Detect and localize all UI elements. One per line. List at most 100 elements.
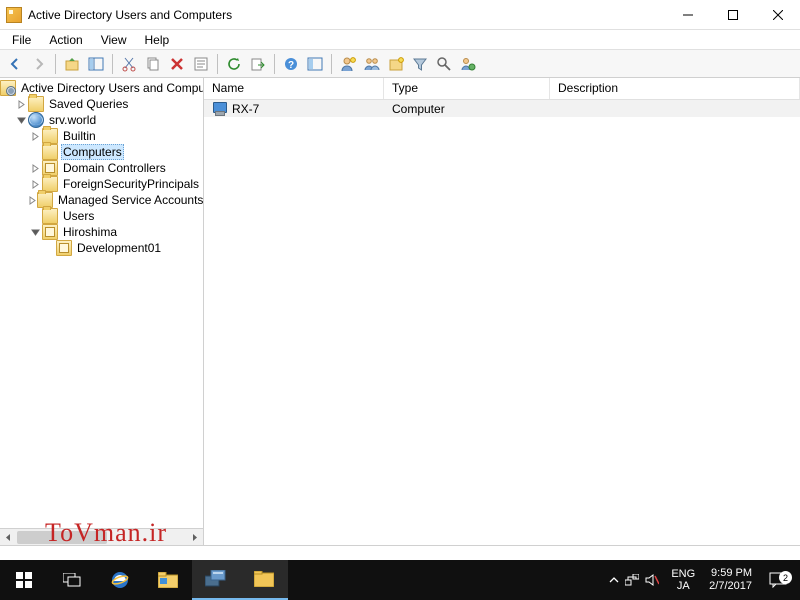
list-row[interactable]: RX-7 Computer xyxy=(204,100,800,117)
find-button[interactable] xyxy=(304,53,326,75)
lang-primary: ENG xyxy=(671,568,695,580)
system-tray[interactable] xyxy=(603,574,665,586)
taskbar: ENG JA 9:59 PM 2/7/2017 2 xyxy=(0,560,800,600)
tree-label: Users xyxy=(61,209,96,223)
lang-secondary: JA xyxy=(671,580,695,592)
tree-dev01[interactable]: Development01 xyxy=(0,240,203,256)
new-group-button[interactable] xyxy=(361,53,383,75)
taskbar-server-manager[interactable] xyxy=(192,560,240,600)
console-tree[interactable]: Active Directory Users and Computers Sav… xyxy=(0,78,203,524)
delete-button[interactable] xyxy=(166,53,188,75)
tree-label: srv.world xyxy=(47,113,98,127)
refresh-button[interactable] xyxy=(223,53,245,75)
toolbar-separator xyxy=(55,54,56,74)
column-type[interactable]: Type xyxy=(384,78,550,99)
action-center-button[interactable]: 2 xyxy=(760,572,796,588)
taskbar-left xyxy=(0,560,288,600)
tree-label: Managed Service Accounts xyxy=(56,193,203,207)
help-button[interactable]: ? xyxy=(280,53,302,75)
taskbar-aduc[interactable] xyxy=(240,560,288,600)
tree-computers[interactable]: Computers xyxy=(0,144,203,160)
app-icon xyxy=(6,7,22,23)
ou-icon xyxy=(56,240,72,256)
menu-bar: File Action View Help xyxy=(0,30,800,50)
ou-icon xyxy=(42,224,58,240)
copy-button[interactable] xyxy=(142,53,164,75)
folder-icon xyxy=(42,144,58,160)
tray-chevron-icon[interactable] xyxy=(609,575,619,585)
task-view-button[interactable] xyxy=(48,560,96,600)
expander-icon[interactable] xyxy=(28,132,42,141)
filter-button[interactable] xyxy=(409,53,431,75)
list-header: Name Type Description xyxy=(204,78,800,100)
cell-type: Computer xyxy=(384,102,550,116)
window-titlebar: Active Directory Users and Computers xyxy=(0,0,800,30)
tree-label: Computers xyxy=(61,144,124,160)
new-user-button[interactable] xyxy=(337,53,359,75)
list-pane: Name Type Description RX-7 Computer xyxy=(204,78,800,545)
work-area: Active Directory Users and Computers Sav… xyxy=(0,78,800,546)
close-button[interactable] xyxy=(755,0,800,30)
column-description[interactable]: Description xyxy=(550,78,800,99)
list-body[interactable]: RX-7 Computer xyxy=(204,100,800,545)
start-button[interactable] xyxy=(0,560,48,600)
show-hide-tree-button[interactable] xyxy=(85,53,107,75)
watermark-text: ToVman.ir xyxy=(45,518,167,548)
menu-file[interactable]: File xyxy=(4,31,39,49)
computer-icon xyxy=(212,102,228,116)
tree-domain[interactable]: srv.world xyxy=(0,112,203,128)
menu-view[interactable]: View xyxy=(93,31,135,49)
tree-hiroshima[interactable]: Hiroshima xyxy=(0,224,203,240)
volume-icon[interactable] xyxy=(645,574,659,586)
tree-label: Active Directory Users and Computers xyxy=(19,81,203,95)
tree-label: Domain Controllers xyxy=(61,161,168,175)
tree-label: Hiroshima xyxy=(61,225,119,239)
tree-domain-controllers[interactable]: Domain Controllers xyxy=(0,160,203,176)
minimize-button[interactable] xyxy=(665,0,710,30)
expander-icon[interactable] xyxy=(28,228,42,237)
expander-icon[interactable] xyxy=(14,116,28,125)
tree-users[interactable]: Users xyxy=(0,208,203,224)
taskbar-explorer[interactable] xyxy=(144,560,192,600)
domain-icon xyxy=(28,112,44,128)
properties-button[interactable] xyxy=(190,53,212,75)
folder-icon xyxy=(28,96,44,112)
svg-text:?: ? xyxy=(288,60,294,71)
row-name: RX-7 xyxy=(232,102,259,116)
find-objects-button[interactable] xyxy=(433,53,455,75)
tree-label: Saved Queries xyxy=(47,97,130,111)
toolbar-separator xyxy=(274,54,275,74)
maximize-button[interactable] xyxy=(710,0,755,30)
tree-msa[interactable]: Managed Service Accounts xyxy=(0,192,203,208)
export-list-button[interactable] xyxy=(247,53,269,75)
tree-fsp[interactable]: ForeignSecurityPrincipals xyxy=(0,176,203,192)
clock-date: 2/7/2017 xyxy=(709,580,752,593)
scroll-right-button[interactable] xyxy=(186,529,203,546)
clock[interactable]: 9:59 PM 2/7/2017 xyxy=(701,567,760,593)
cut-button[interactable] xyxy=(118,53,140,75)
tree-builtin[interactable]: Builtin xyxy=(0,128,203,144)
new-ou-button[interactable] xyxy=(385,53,407,75)
scroll-left-button[interactable] xyxy=(0,529,17,546)
expander-icon[interactable] xyxy=(28,180,42,189)
up-button[interactable] xyxy=(61,53,83,75)
taskbar-right: ENG JA 9:59 PM 2/7/2017 2 xyxy=(603,560,800,600)
column-name[interactable]: Name xyxy=(204,78,384,99)
back-button[interactable] xyxy=(4,53,26,75)
tree-label: ForeignSecurityPrincipals xyxy=(61,177,201,191)
expander-icon[interactable] xyxy=(28,164,42,173)
toolbar-separator xyxy=(112,54,113,74)
cell-name: RX-7 xyxy=(204,102,384,116)
taskbar-ie[interactable] xyxy=(96,560,144,600)
aduc-root-icon xyxy=(0,80,16,96)
language-indicator[interactable]: ENG JA xyxy=(665,568,701,592)
forward-button[interactable] xyxy=(28,53,50,75)
notification-badge: 2 xyxy=(779,571,792,584)
expander-icon[interactable] xyxy=(28,196,37,205)
network-icon[interactable] xyxy=(625,574,639,586)
menu-action[interactable]: Action xyxy=(41,31,90,49)
add-to-group-button[interactable] xyxy=(457,53,479,75)
tree-saved-queries[interactable]: Saved Queries xyxy=(0,96,203,112)
expander-icon[interactable] xyxy=(14,100,28,109)
menu-help[interactable]: Help xyxy=(137,31,178,49)
